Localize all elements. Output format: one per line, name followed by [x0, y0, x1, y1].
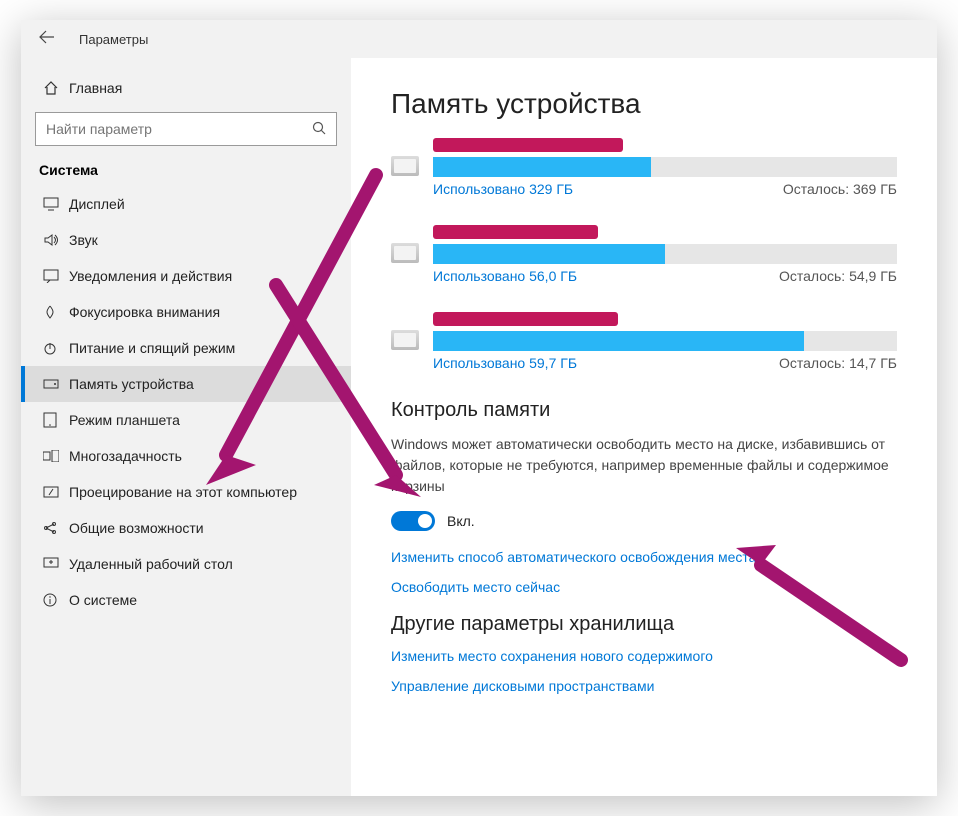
home-icon: [43, 80, 69, 96]
shared-icon: [43, 521, 69, 535]
link-change-auto-free[interactable]: Изменить способ автоматического освобожд…: [391, 549, 897, 565]
about-icon: [43, 593, 69, 607]
drive-free-label: Осталось: 14,7 ГБ: [779, 355, 897, 371]
drive-used-label: Использовано 329 ГБ: [433, 181, 573, 197]
storage-icon: [43, 379, 69, 389]
drive-icon: [391, 330, 419, 350]
sidebar-item-storage[interactable]: Память устройства: [21, 366, 351, 402]
project-icon: [43, 486, 69, 498]
sidebar-home-label: Главная: [69, 80, 122, 96]
remote-icon: [43, 557, 69, 571]
sidebar-item-label: О системе: [69, 592, 137, 608]
sidebar-item-label: Питание и спящий режим: [69, 340, 235, 356]
other-storage-title: Другие параметры хранилища: [391, 613, 897, 636]
drive-row[interactable]: Использовано 329 ГБ Осталось: 369 ГБ: [391, 138, 897, 197]
sidebar-item-project[interactable]: Проецирование на этот компьютер: [21, 474, 351, 510]
sidebar-item-tablet[interactable]: Режим планшета: [21, 402, 351, 438]
sidebar-item-label: Режим планшета: [69, 412, 180, 428]
sidebar-item-label: Многозадачность: [69, 448, 182, 464]
link-free-now[interactable]: Освободить место сейчас: [391, 579, 897, 595]
drive-free-label: Осталось: 369 ГБ: [783, 181, 897, 197]
sidebar-item-label: Проецирование на этот компьютер: [69, 484, 297, 500]
back-button[interactable]: [39, 30, 61, 48]
display-icon: [43, 197, 69, 211]
notifications-icon: [43, 269, 69, 283]
sidebar-item-label: Удаленный рабочий стол: [69, 556, 233, 572]
drive-name-redacted: [433, 225, 598, 239]
sidebar-item-label: Уведомления и действия: [69, 268, 232, 284]
drive-row[interactable]: Использовано 56,0 ГБ Осталось: 54,9 ГБ: [391, 225, 897, 284]
sidebar-item-notifications[interactable]: Уведомления и действия: [21, 258, 351, 294]
drive-free-label: Осталось: 54,9 ГБ: [779, 268, 897, 284]
sidebar-item-remote[interactable]: Удаленный рабочий стол: [21, 546, 351, 582]
drive-row[interactable]: Использовано 59,7 ГБ Осталось: 14,7 ГБ: [391, 312, 897, 371]
page-title: Память устройства: [391, 88, 897, 120]
sidebar-item-display[interactable]: Дисплей: [21, 186, 351, 222]
drive-usage-bar: [433, 157, 897, 177]
sidebar: Главная Система Дисплей Звук: [21, 58, 351, 796]
search-input[interactable]: [46, 121, 312, 137]
power-icon: [43, 341, 69, 355]
sidebar-item-focus[interactable]: Фокусировка внимания: [21, 294, 351, 330]
sidebar-item-label: Дисплей: [69, 196, 125, 212]
drive-icon: [391, 156, 419, 176]
storage-sense-title: Контроль памяти: [391, 399, 897, 422]
sidebar-item-label: Память устройства: [69, 376, 194, 392]
tablet-icon: [43, 412, 69, 428]
search-input-wrap[interactable]: [35, 112, 337, 146]
sidebar-category: Система: [21, 158, 351, 186]
link-manage-storage-spaces[interactable]: Управление дисковыми пространствами: [391, 678, 897, 694]
sidebar-item-label: Общие возможности: [69, 520, 204, 536]
drive-name-redacted: [433, 312, 618, 326]
storage-sense-state: Вкл.: [447, 513, 475, 529]
sidebar-item-about[interactable]: О системе: [21, 582, 351, 618]
drive-used-label: Использовано 56,0 ГБ: [433, 268, 577, 284]
sidebar-item-power[interactable]: Питание и спящий режим: [21, 330, 351, 366]
sidebar-home[interactable]: Главная: [21, 70, 351, 106]
settings-window: Параметры Главная Система: [21, 20, 937, 796]
sidebar-item-shared[interactable]: Общие возможности: [21, 510, 351, 546]
sidebar-item-label: Звук: [69, 232, 98, 248]
drive-name-redacted: [433, 138, 623, 152]
drive-used-label: Использовано 59,7 ГБ: [433, 355, 577, 371]
sidebar-item-multitask[interactable]: Многозадачность: [21, 438, 351, 474]
sidebar-item-label: Фокусировка внимания: [69, 304, 220, 320]
drive-icon: [391, 243, 419, 263]
main-content: Память устройства Использовано 329 ГБ Ос…: [351, 58, 937, 796]
sound-icon: [43, 233, 69, 247]
multitask-icon: [43, 450, 69, 462]
drive-usage-bar: [433, 244, 897, 264]
link-change-save-location[interactable]: Изменить место сохранения нового содержи…: [391, 648, 897, 664]
drive-usage-bar: [433, 331, 897, 351]
title-bar: Параметры: [21, 20, 937, 58]
storage-sense-toggle[interactable]: [391, 511, 435, 531]
search-icon: [312, 121, 326, 138]
window-title: Параметры: [79, 32, 148, 47]
sidebar-item-sound[interactable]: Звук: [21, 222, 351, 258]
focus-icon: [43, 305, 69, 319]
storage-sense-desc: Windows может автоматически освободить м…: [391, 434, 897, 497]
